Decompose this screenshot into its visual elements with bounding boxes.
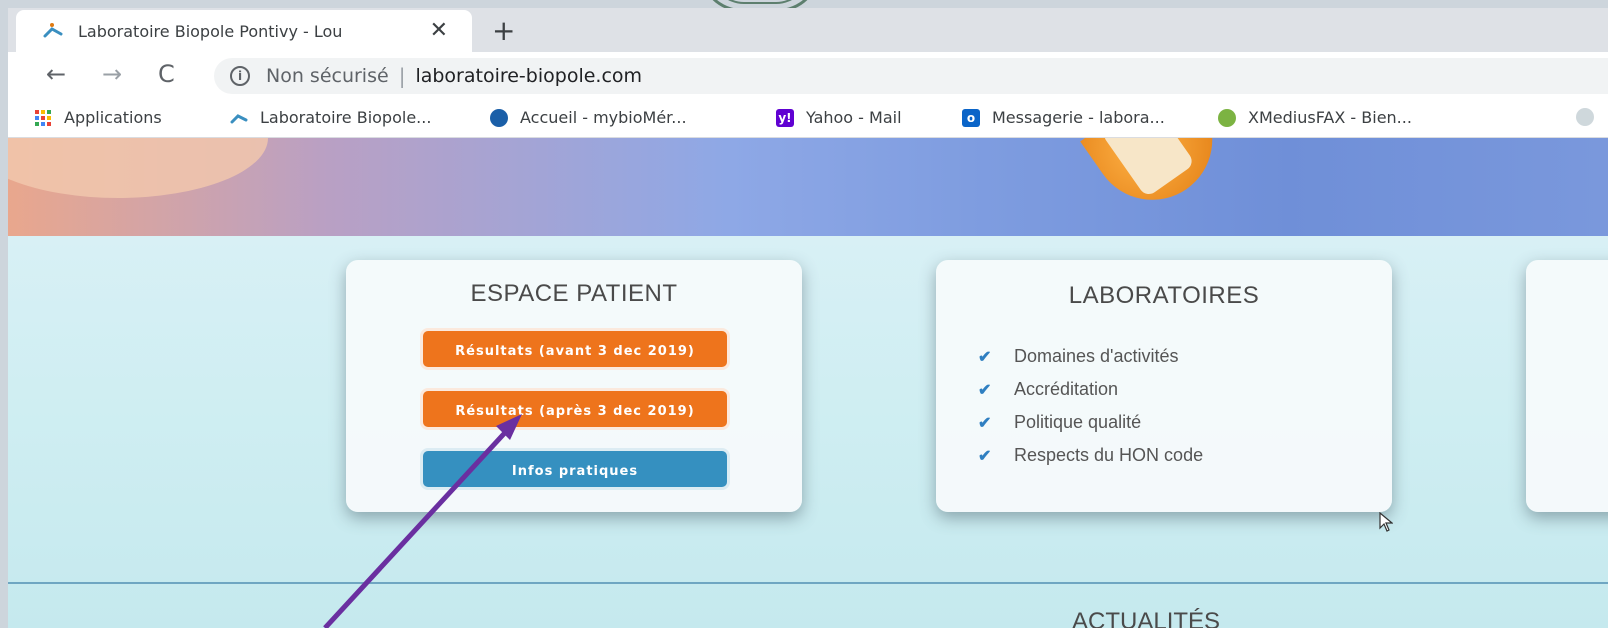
- slide-frame: Laboratoire Biopole Pontivy - Lou ✕ + ← …: [0, 0, 1608, 628]
- annotation-arrow-icon: [323, 414, 522, 628]
